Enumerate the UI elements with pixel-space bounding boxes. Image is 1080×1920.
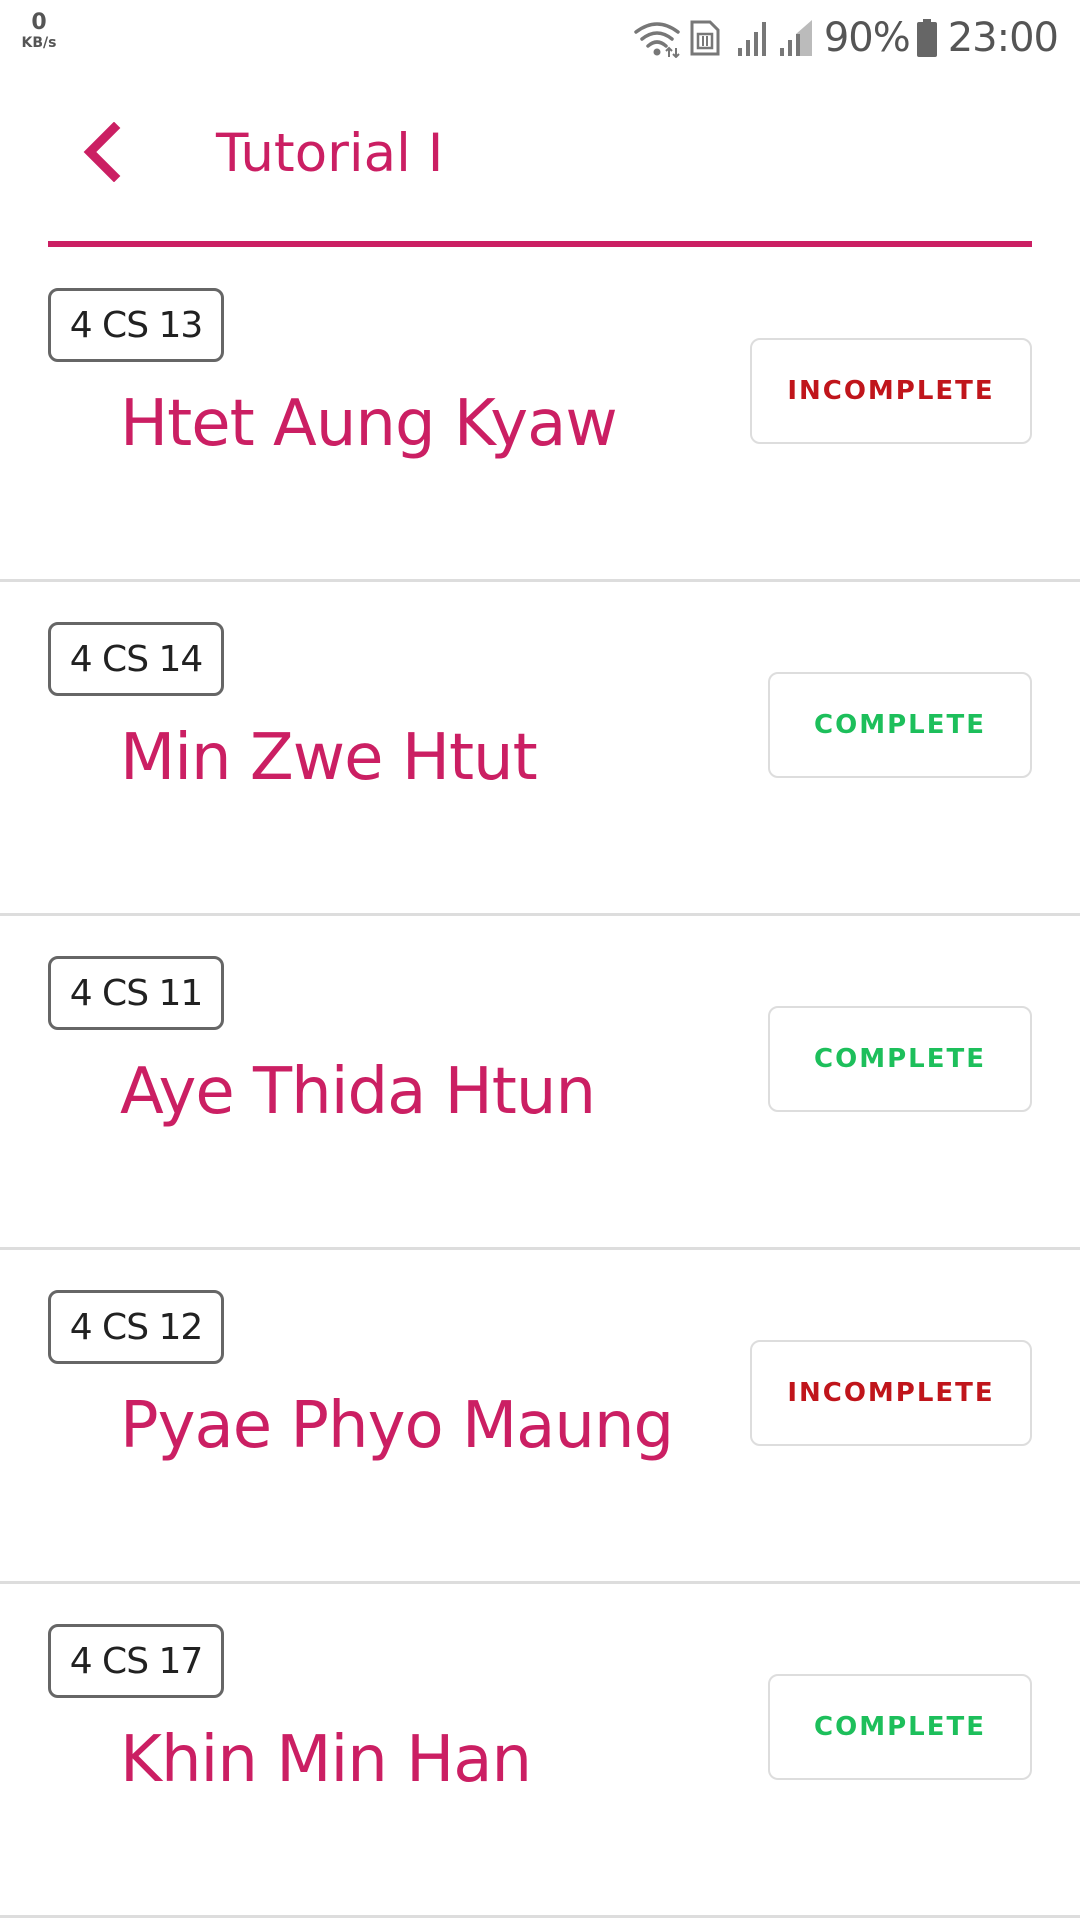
status-button-incomplete[interactable]: INCOMPLETE <box>750 1340 1032 1446</box>
student-name: Pyae Phyo Maung <box>120 1389 674 1463</box>
roll-number-badge: 4 CS 14 <box>48 622 224 696</box>
back-button[interactable] <box>62 114 142 194</box>
status-bar: 0 KB/s 90% 23:00 <box>0 0 1080 76</box>
status-button-incomplete[interactable]: INCOMPLETE <box>750 338 1032 444</box>
list-item: 4 CS 12 Pyae Phyo Maung INCOMPLETE <box>0 1250 1080 1584</box>
battery-percent: 90% <box>823 15 911 61</box>
header-underline <box>48 241 1032 247</box>
list-item: 4 CS 13 Htet Aung Kyaw INCOMPLETE <box>0 248 1080 582</box>
signal-icon-2 <box>778 18 814 58</box>
page-title: Tutorial I <box>216 123 444 184</box>
wifi-icon <box>632 18 682 58</box>
student-name: Htet Aung Kyaw <box>120 387 618 461</box>
student-name: Khin Min Han <box>120 1723 532 1797</box>
roll-number-badge: 4 CS 13 <box>48 288 224 362</box>
app-header: Tutorial I <box>0 76 1080 248</box>
list-item: 4 CS 17 Khin Min Han COMPLETE <box>0 1584 1080 1918</box>
sim-icon <box>688 18 722 58</box>
chevron-left-icon <box>80 121 124 187</box>
network-speed-unit: KB/s <box>21 35 57 51</box>
list-item: 4 CS 11 Aye Thida Htun COMPLETE <box>0 916 1080 1250</box>
student-name: Min Zwe Htut <box>120 721 538 795</box>
network-speed: 0 KB/s <box>16 10 62 51</box>
status-button-complete[interactable]: COMPLETE <box>768 1674 1032 1780</box>
roll-number-badge: 4 CS 12 <box>48 1290 224 1364</box>
list-item: 4 CS 14 Min Zwe Htut COMPLETE <box>0 582 1080 916</box>
signal-icon <box>736 18 772 58</box>
status-button-complete[interactable]: COMPLETE <box>768 672 1032 778</box>
clock: 23:00 <box>947 15 1059 61</box>
student-list: 4 CS 13 Htet Aung Kyaw INCOMPLETE 4 CS 1… <box>0 248 1080 1918</box>
student-name: Aye Thida Htun <box>120 1055 596 1129</box>
roll-number-badge: 4 CS 11 <box>48 956 224 1030</box>
battery-icon <box>916 18 938 58</box>
roll-number-badge: 4 CS 17 <box>48 1624 224 1698</box>
status-button-complete[interactable]: COMPLETE <box>768 1006 1032 1112</box>
status-icons: 90% 23:00 <box>632 10 1059 66</box>
network-speed-value: 0 <box>31 10 47 35</box>
